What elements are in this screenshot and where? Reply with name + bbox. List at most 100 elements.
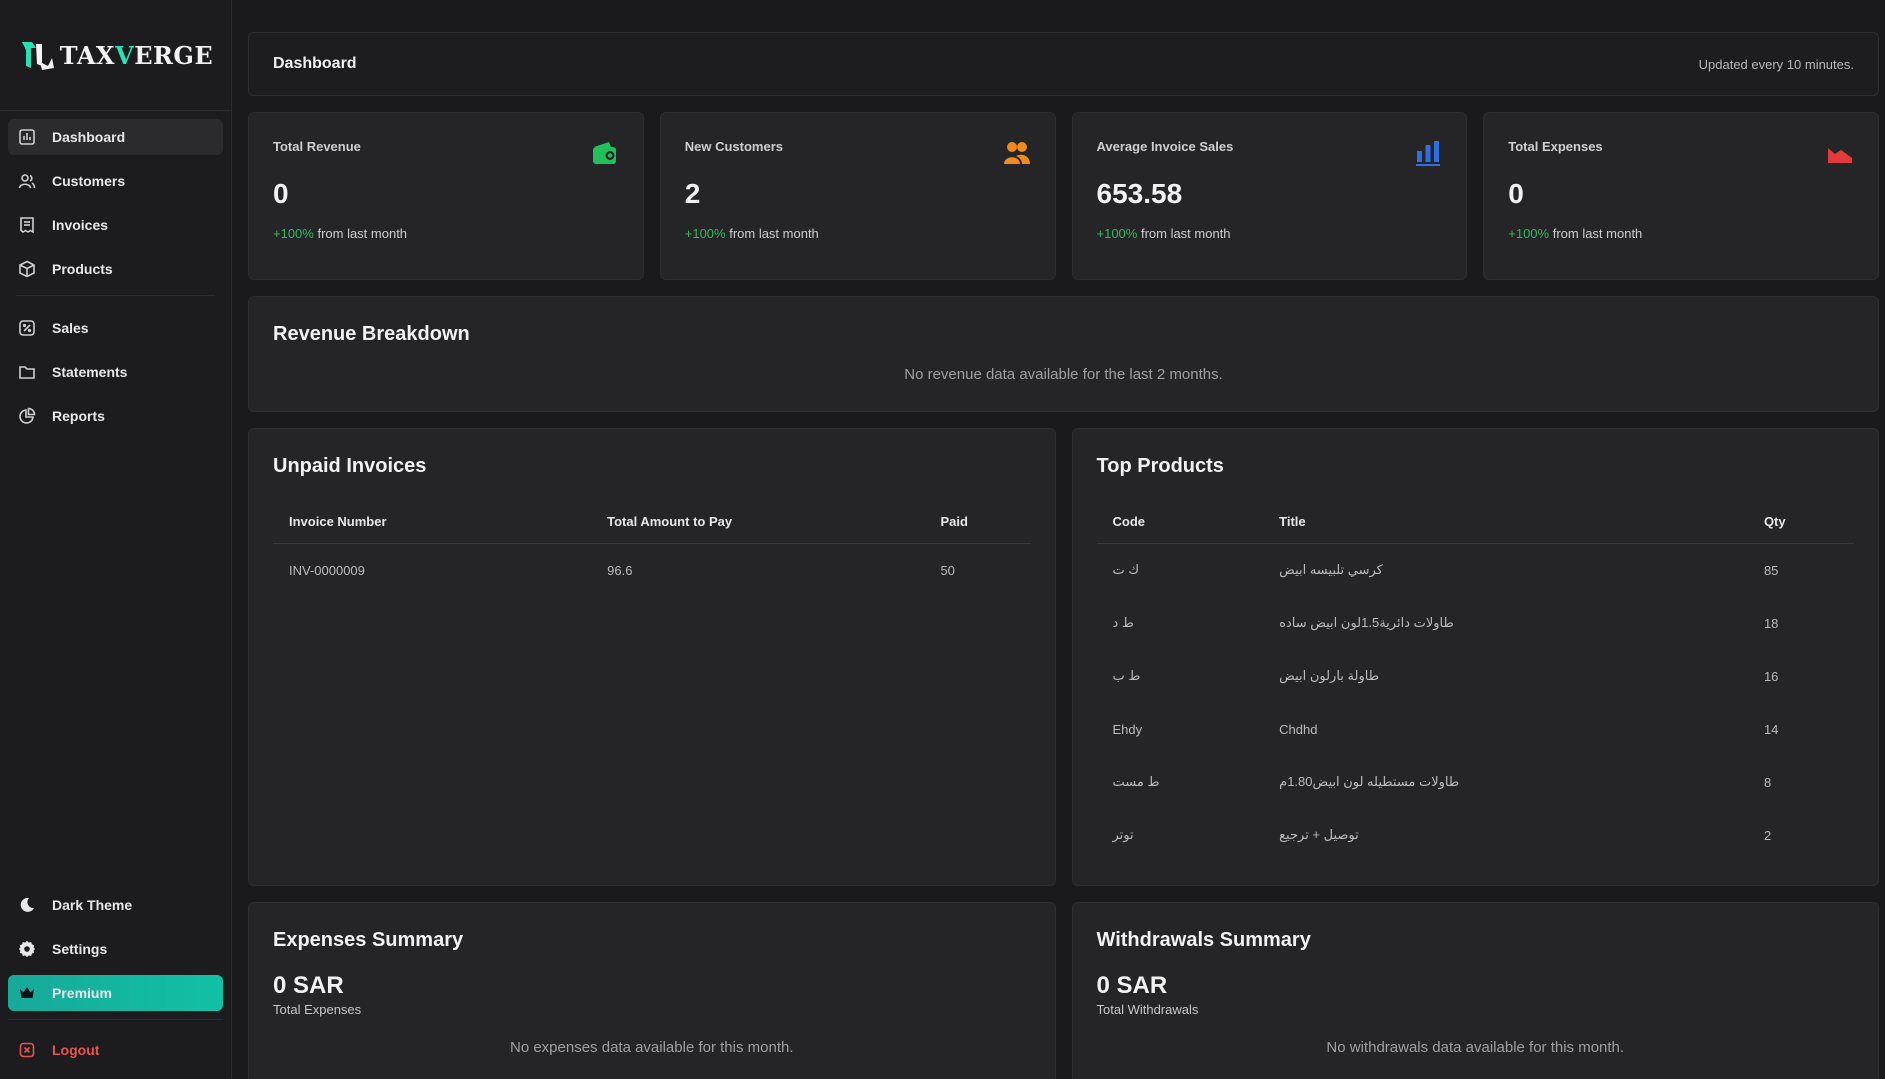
summary-subtitle: Total Withdrawals <box>1096 1002 1199 1017</box>
stat-label: Total Revenue <box>273 139 361 154</box>
column-header[interactable]: Paid <box>924 500 1031 544</box>
percent-icon <box>18 319 36 337</box>
taxverge-logo-icon <box>21 42 54 70</box>
stat-value: 2 <box>684 178 701 209</box>
sidebar-bottom: Dark Theme Settings Premium Logout <box>8 887 223 1076</box>
table-row[interactable]: ك ت كرسي تلبيسه ابيض 85 <box>1097 544 1855 597</box>
sidebar-item-dashboard[interactable]: Dashboard <box>8 119 223 155</box>
table-row[interactable]: ط د طاولات دائرية1.5لون ابيض ساده 18 <box>1097 597 1855 650</box>
tables-row: Unpaid Invoices Invoice Number Total Amo… <box>248 428 1879 886</box>
table-row[interactable]: Ehdy Chdhd 14 <box>1097 703 1855 756</box>
table-cell: 85 <box>1763 562 1779 578</box>
brand-logo[interactable]: TAXVERGE <box>0 0 231 111</box>
table-row[interactable]: ط مست طاولات مستطيله لون ابيض1.80م 8 <box>1097 756 1855 809</box>
sidebar-item-customers[interactable]: Customers <box>8 163 223 199</box>
stat-card-total-revenue: Total Revenue 0 +100% from last month <box>248 112 644 280</box>
moon-icon <box>18 896 36 914</box>
premium-label: Premium <box>52 985 112 1001</box>
table-cell: ط ب <box>1112 668 1141 683</box>
gear-icon <box>18 940 36 958</box>
stat-label: Total Expenses <box>1508 139 1603 154</box>
summary-amount: 0 SAR <box>273 972 344 999</box>
table-row[interactable]: ط ب طاولة بارلون ابيض 16 <box>1097 650 1855 703</box>
bar-chart-icon <box>1416 141 1441 166</box>
summary-amount: 0 SAR <box>1096 972 1168 999</box>
table-cell: 2 <box>1763 827 1772 843</box>
empty-message: No withdrawals data available for this m… <box>1326 1039 1625 1056</box>
update-note: Updated every 10 minutes. <box>1698 56 1854 72</box>
brand-name: TAXVERGE <box>59 40 214 70</box>
top-products-table: Code Title Qty ك ت كرسي تلبيسه ابيض 85 ط… <box>1096 500 1855 862</box>
stat-change: +100% from last month <box>1508 226 1643 241</box>
crown-icon <box>18 984 36 1002</box>
logout-button[interactable]: Logout <box>8 1032 223 1068</box>
unpaid-invoices-card: Unpaid Invoices Invoice Number Total Amo… <box>248 428 1056 886</box>
table-cell: Ehdy <box>1112 721 1143 737</box>
box-icon <box>18 260 36 278</box>
area-chart-icon <box>1827 146 1853 163</box>
stats-row: Total Revenue 0 +100% from last month Ne… <box>248 112 1879 280</box>
dark-theme-label: Dark Theme <box>52 897 133 913</box>
table-row[interactable]: توتر توصيل + ترجيع 2 <box>1097 809 1855 862</box>
table-cell: 8 <box>1763 774 1772 790</box>
top-products-card: Top Products Code Title Qty ك ت كرسي تلب… <box>1071 428 1879 886</box>
sidebar-item-statements[interactable]: Statements <box>8 354 223 390</box>
column-header[interactable]: Total Amount to Pay <box>591 500 925 544</box>
stat-change: +100% from last month <box>1096 226 1231 241</box>
table-row[interactable]: INV-0000009 96.6 50 <box>273 544 1031 597</box>
table-cell: 50 <box>940 562 955 578</box>
page-title: Dashboard <box>273 55 357 72</box>
sidebar-item-sales[interactable]: Sales <box>8 310 223 346</box>
table-cell: توتر <box>1112 827 1134 842</box>
column-header[interactable]: Qty <box>1747 500 1854 544</box>
wallet-icon <box>592 142 616 164</box>
sidebar-item-label: Dashboard <box>52 129 126 145</box>
stat-card-total-expenses: Total Expenses 0 +100% from last month <box>1483 112 1879 280</box>
section-title: Expenses Summary <box>273 929 464 951</box>
stat-label: Average Invoice Sales <box>1096 139 1234 154</box>
folder-icon <box>18 363 36 381</box>
table-cell: 14 <box>1763 721 1779 737</box>
logout-icon <box>18 1041 36 1059</box>
sidebar-item-label: Customers <box>52 173 126 189</box>
settings-button[interactable]: Settings <box>8 931 223 967</box>
premium-button[interactable]: Premium <box>8 975 223 1011</box>
table-cell: طاولة بارلون ابيض <box>1279 668 1380 683</box>
dark-theme-toggle[interactable]: Dark Theme <box>8 887 223 923</box>
sidebar-item-label: Invoices <box>52 217 109 233</box>
receipt-icon <box>18 216 36 234</box>
bottom-divider <box>8 1019 223 1020</box>
empty-message: No expenses data available for this mont… <box>510 1039 794 1056</box>
summary-subtitle: Total Expenses <box>273 1002 362 1017</box>
sidebar: TAXVERGE Dashboard Customers Invoices Pr… <box>0 0 232 1079</box>
stat-label: New Customers <box>684 139 783 154</box>
sidebar-item-invoices[interactable]: Invoices <box>8 207 223 243</box>
column-header[interactable]: Title <box>1263 500 1748 544</box>
stat-value: 0 <box>273 178 289 209</box>
section-title: Revenue Breakdown <box>273 323 470 345</box>
column-header[interactable]: Code <box>1096 500 1264 544</box>
table-cell: ط مست <box>1112 774 1160 789</box>
summary-row: Expenses Summary 0 SAR Total Expenses No… <box>248 902 1879 1079</box>
stat-value: 0 <box>1508 178 1524 209</box>
pie-chart-icon <box>18 407 36 425</box>
revenue-breakdown-card: Revenue Breakdown No revenue data availa… <box>248 296 1879 412</box>
chart-bar-icon <box>18 128 36 146</box>
section-title: Unpaid Invoices <box>273 455 427 477</box>
page-header: Dashboard Updated every 10 minutes. <box>248 32 1879 96</box>
sidebar-item-label: Products <box>52 261 113 277</box>
users-icon <box>1003 142 1030 164</box>
stat-change: +100% from last month <box>273 226 408 241</box>
stat-card-new-customers: New Customers 2 +100% from last month <box>659 112 1056 280</box>
section-title: Withdrawals Summary <box>1096 929 1311 951</box>
sidebar-item-products[interactable]: Products <box>8 251 223 287</box>
sidebar-item-reports[interactable]: Reports <box>8 398 223 434</box>
table-cell: توصيل + ترجيع <box>1279 827 1359 842</box>
table-cell: طاولات مستطيله لون ابيض1.80م <box>1279 774 1460 789</box>
column-header[interactable]: Invoice Number <box>273 500 592 544</box>
table-cell: 16 <box>1763 668 1779 684</box>
unpaid-invoices-table: Invoice Number Total Amount to Pay Paid … <box>273 500 1031 597</box>
empty-message: No revenue data available for the last 2… <box>904 366 1223 383</box>
withdrawals-summary-card: Withdrawals Summary 0 SAR Total Withdraw… <box>1071 902 1879 1079</box>
sidebar-nav: Dashboard Customers Invoices Products Sa… <box>0 111 231 434</box>
